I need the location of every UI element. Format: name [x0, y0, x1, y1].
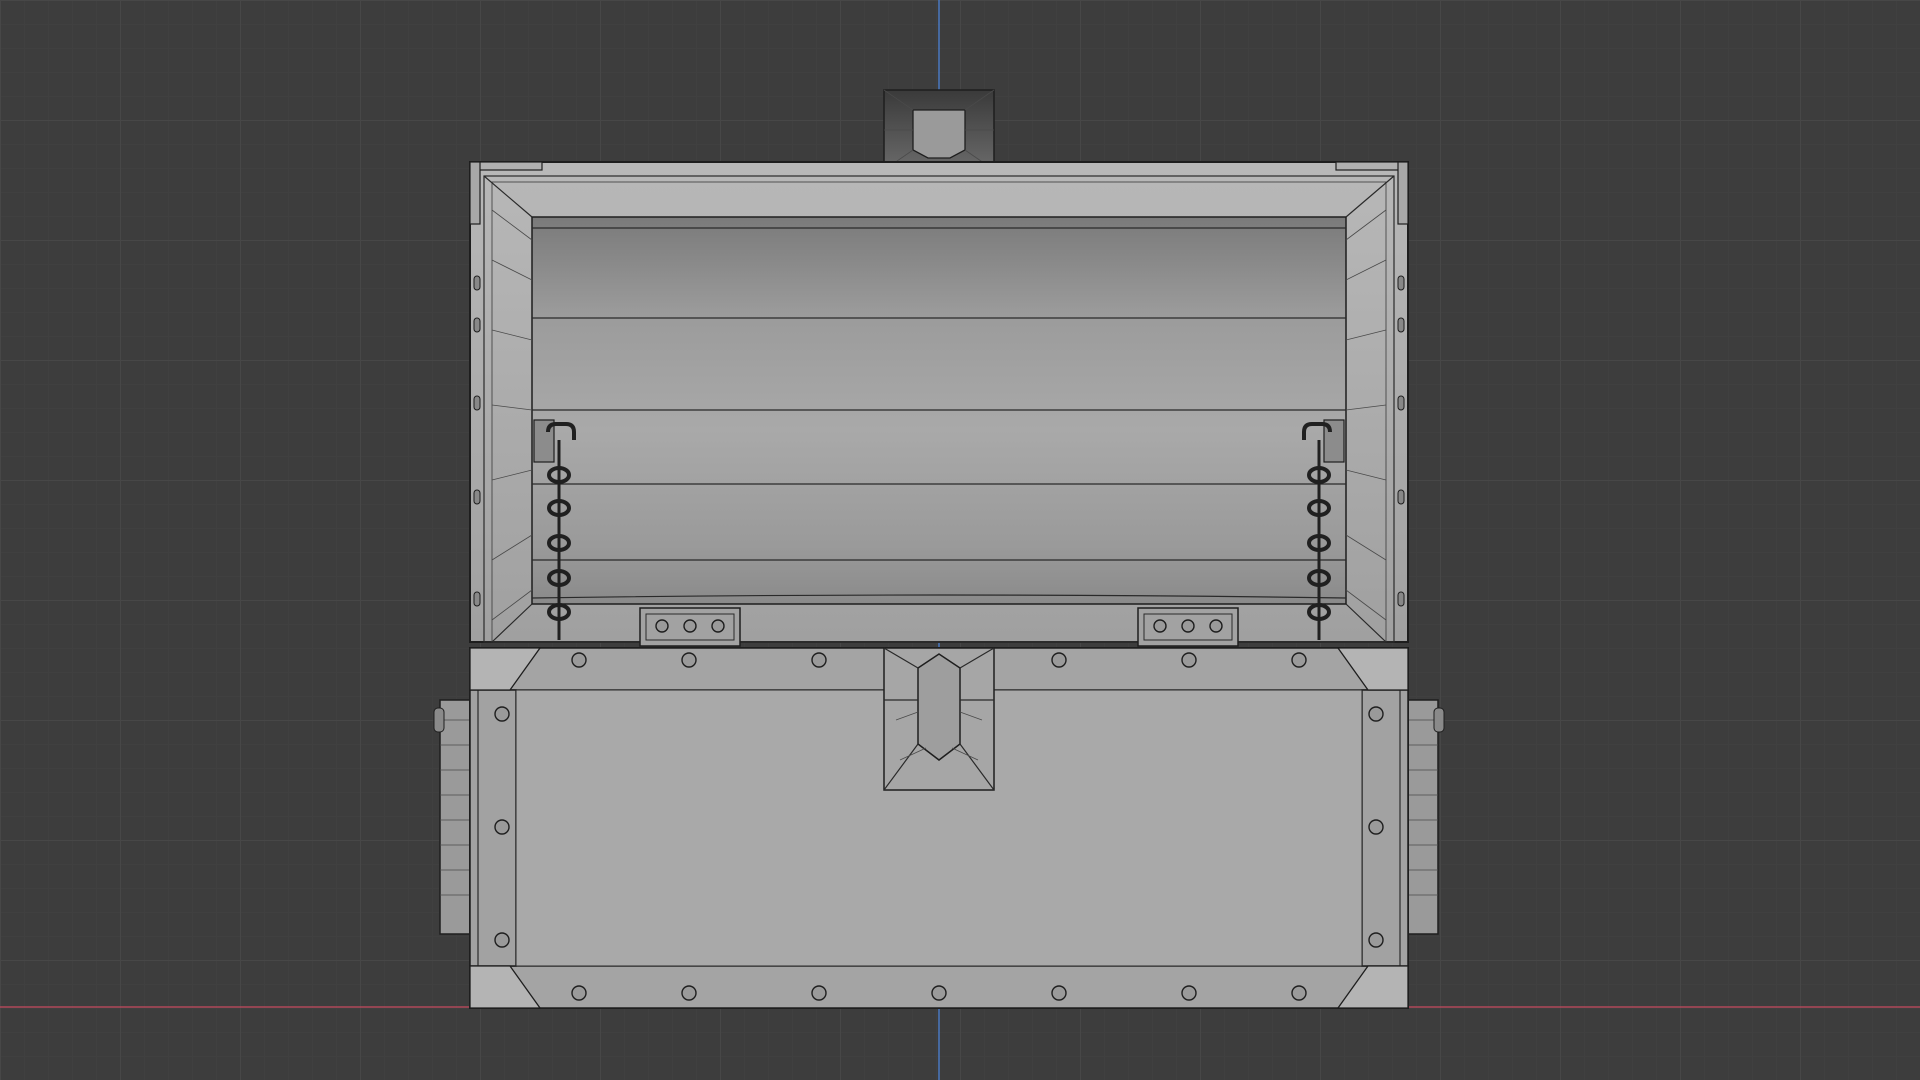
left-hinge[interactable]: [639, 607, 741, 647]
right-hinge[interactable]: [1137, 607, 1239, 647]
chest-model[interactable]: [0, 0, 1920, 1080]
front-lock[interactable]: [883, 647, 995, 791]
3d-viewport[interactable]: [0, 0, 1920, 1080]
lid-lock-plate[interactable]: [883, 89, 995, 171]
lid-interior: [483, 175, 1395, 643]
